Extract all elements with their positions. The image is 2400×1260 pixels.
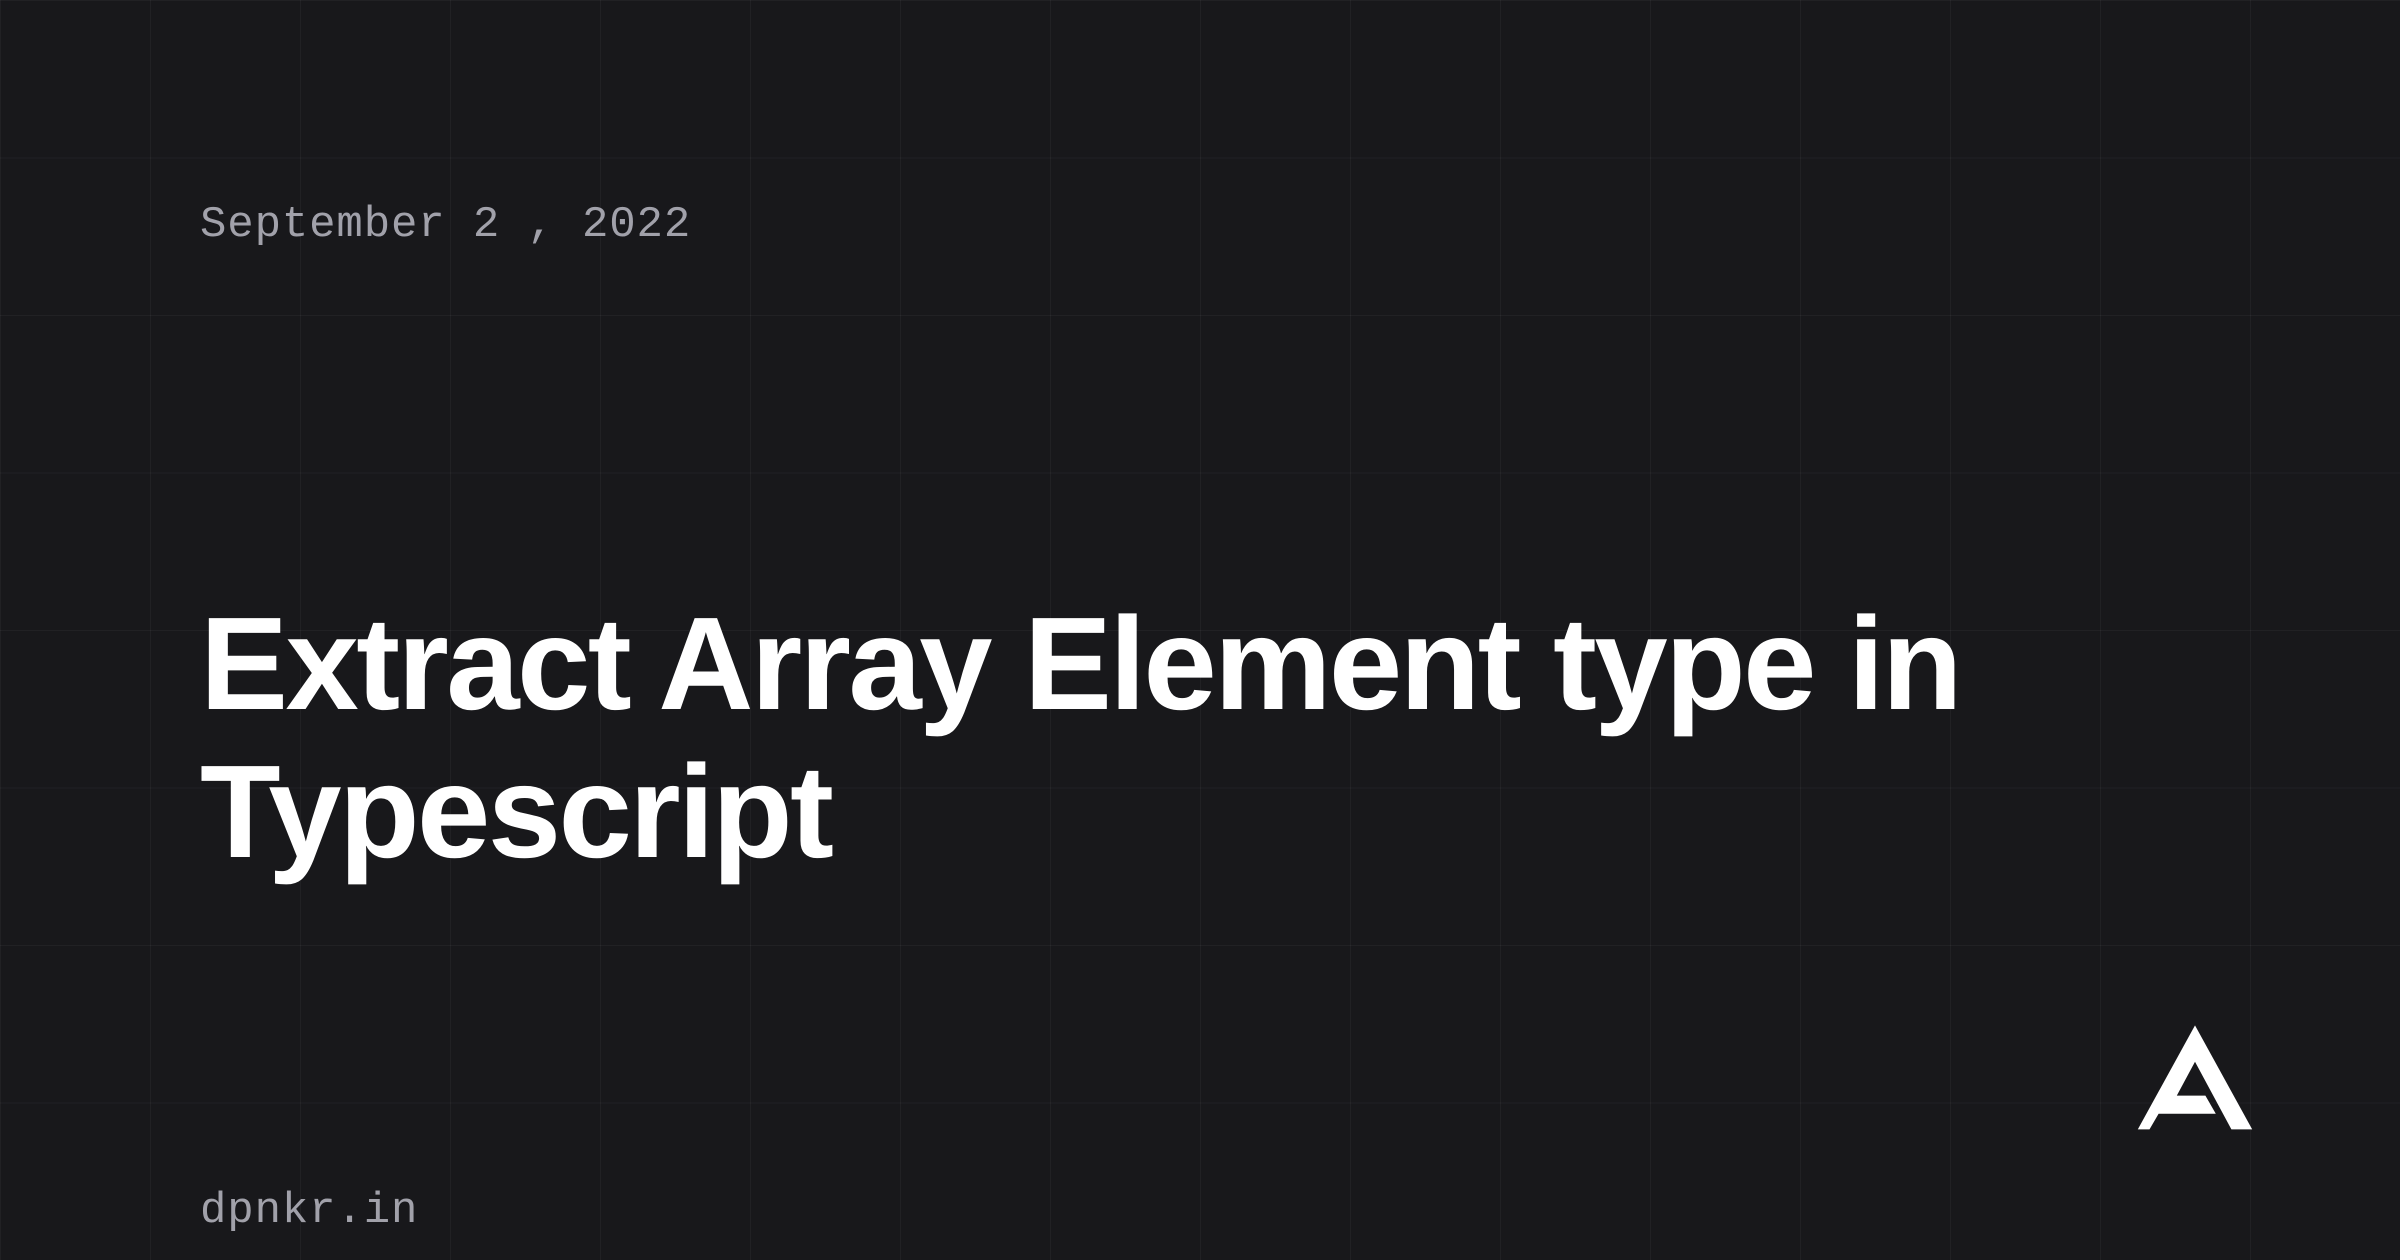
publish-date: September 2 , 2022 (200, 200, 2200, 250)
card-container: September 2 , 2022 Extract Array Element… (0, 0, 2400, 1260)
site-logo-icon (2130, 1015, 2260, 1145)
site-domain: dpnkr.in (200, 1186, 2200, 1236)
article-title: Extract Array Element type in Typescript (200, 590, 2200, 886)
